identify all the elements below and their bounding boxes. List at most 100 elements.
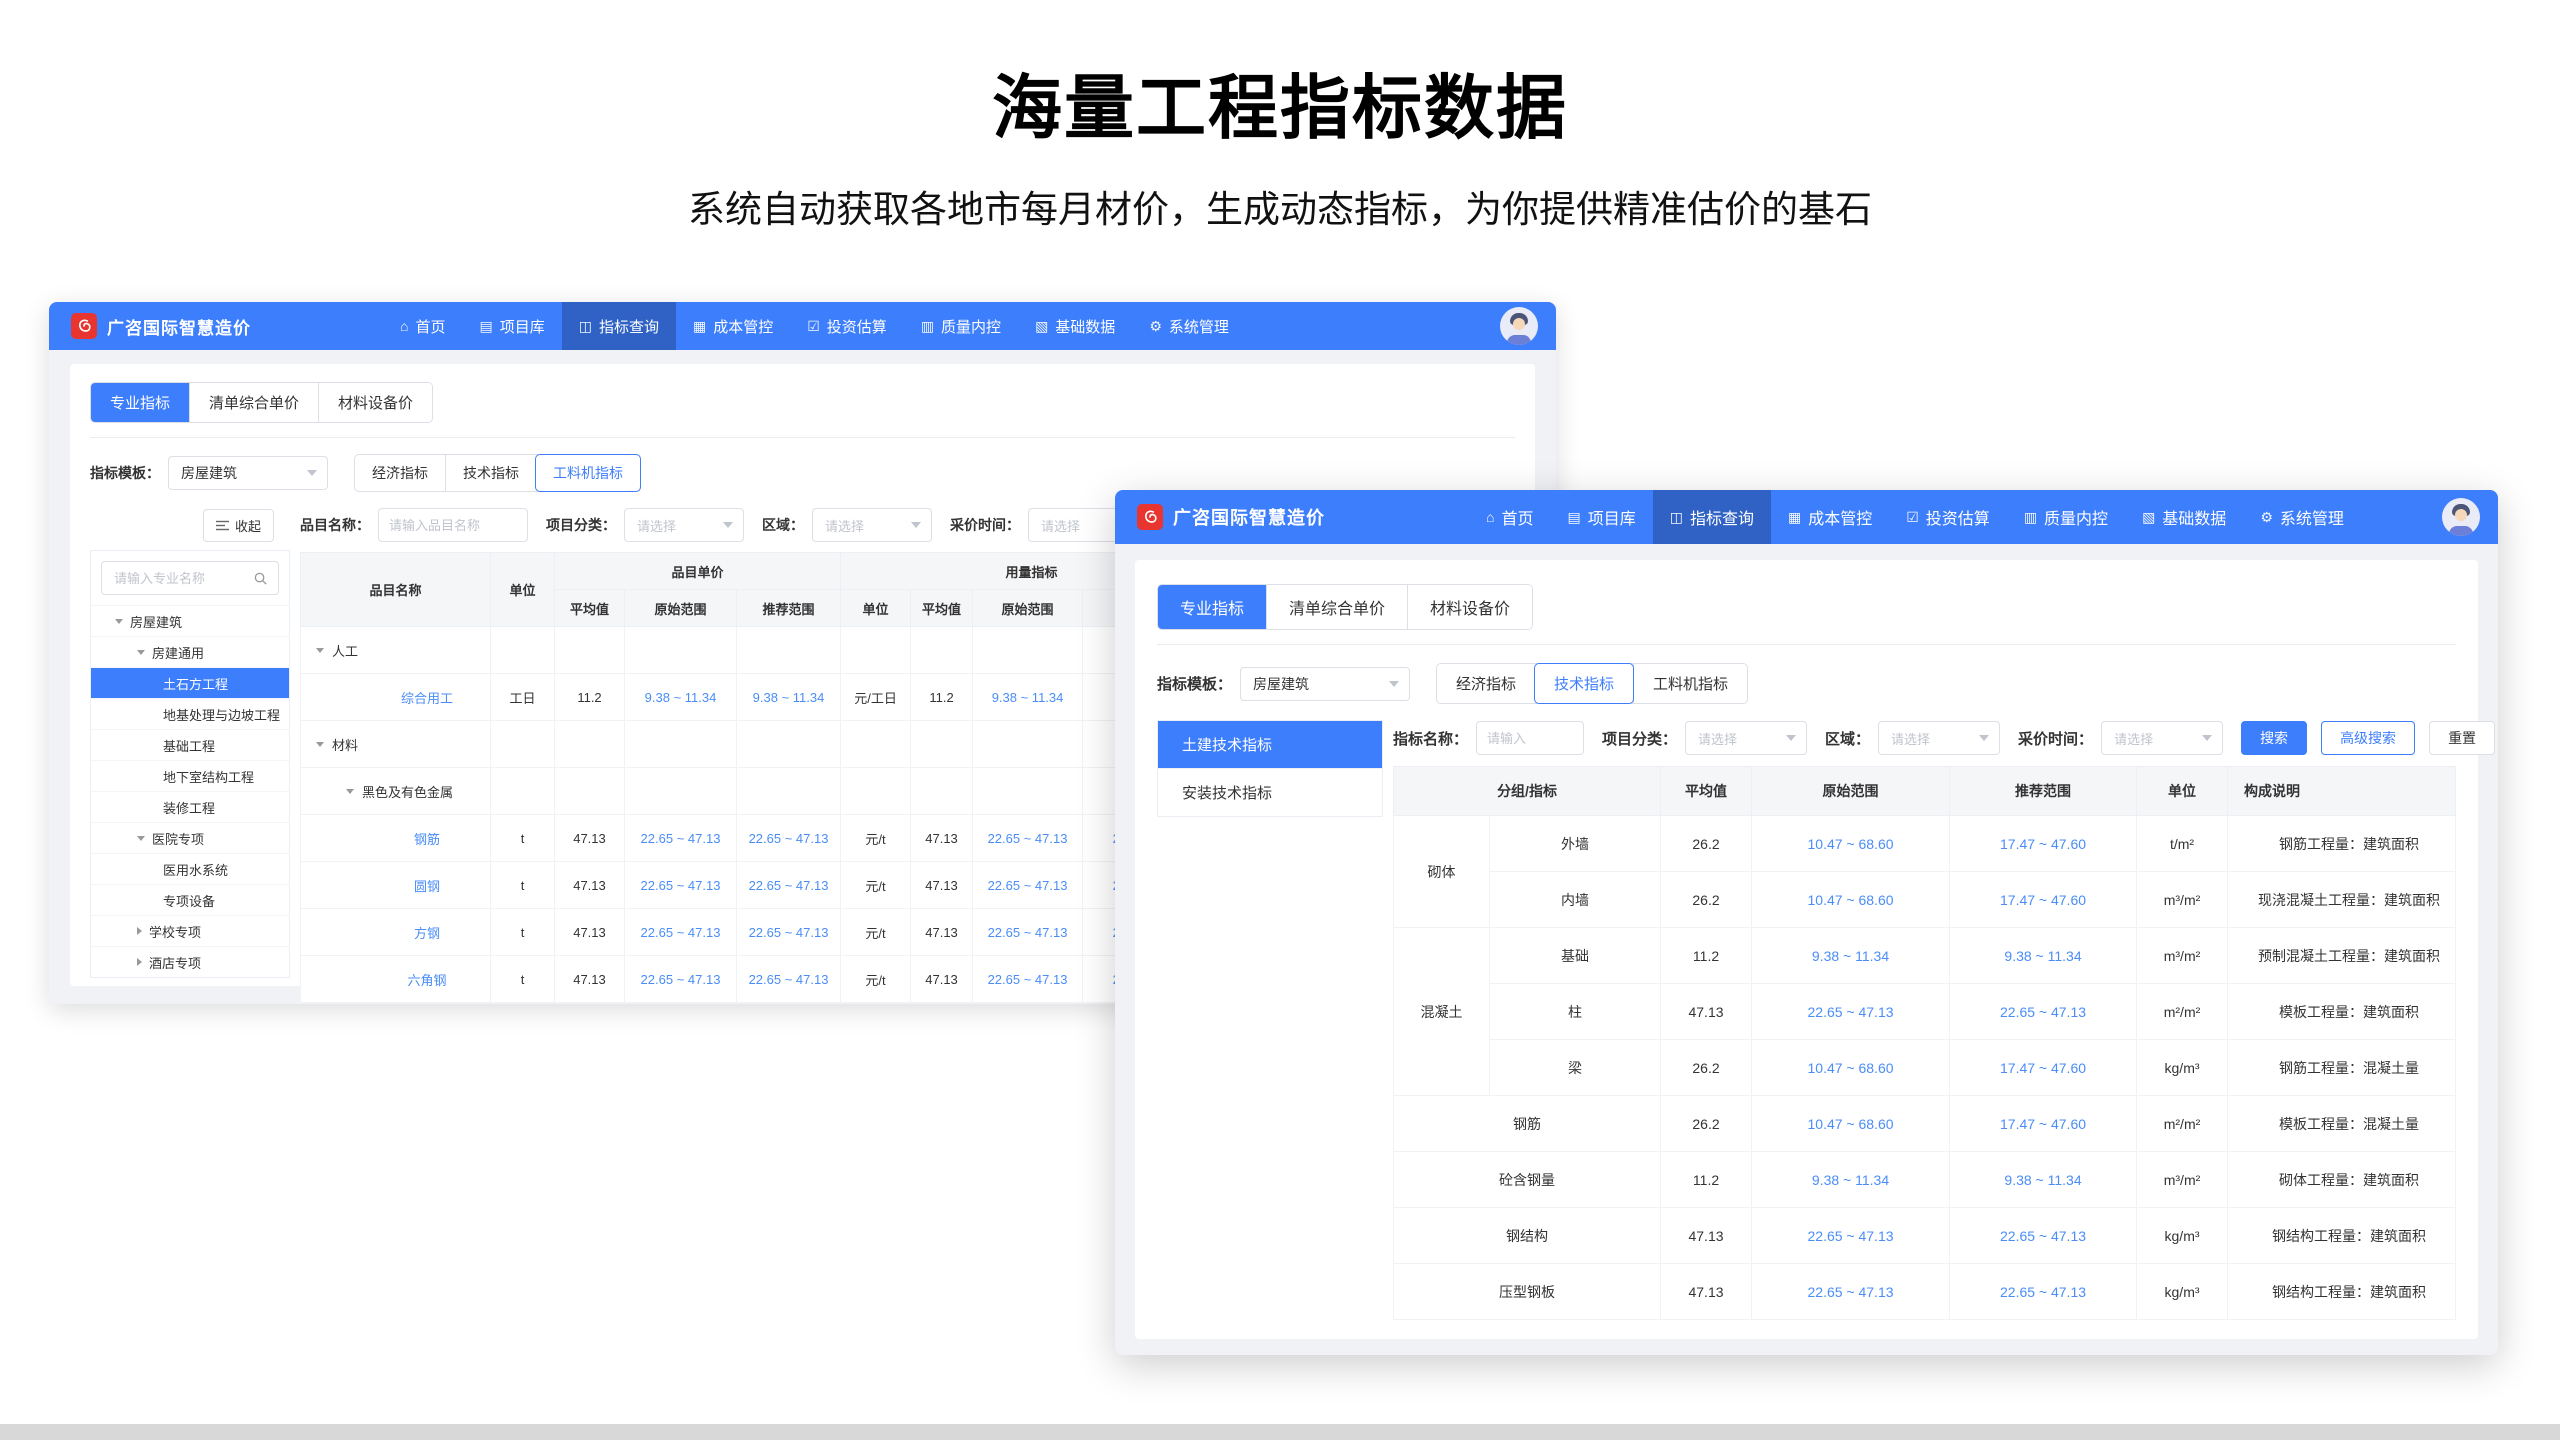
range-link[interactable]: 22.65 ~ 47.13	[1808, 1228, 1894, 1244]
range-link[interactable]: 10.47 ~ 68.60	[1808, 836, 1894, 852]
reset-button[interactable]: 重置	[2429, 721, 2495, 755]
price-time-select[interactable]: 请选择	[2101, 721, 2223, 755]
tab-professional-indicators[interactable]: 专业指标	[1158, 585, 1266, 629]
tree-item-general-building[interactable]: 房建通用	[91, 636, 289, 667]
tab-list-composite-price[interactable]: 清单综合单价	[189, 383, 318, 422]
range-link[interactable]: 22.65 ~ 47.13	[2000, 1004, 2086, 1020]
range-link[interactable]: 10.47 ~ 68.60	[1808, 892, 1894, 908]
range-link[interactable]: 22.65 ~ 47.13	[641, 972, 721, 987]
range-link[interactable]: 22.65 ~ 47.13	[988, 925, 1068, 940]
tab-professional-indicators[interactable]: 专业指标	[91, 383, 189, 422]
range-link[interactable]: 17.47 ~ 47.60	[2000, 892, 2086, 908]
tree-search-input[interactable]	[112, 570, 253, 587]
range-link[interactable]: 17.47 ~ 47.60	[2000, 1116, 2086, 1132]
tab-list-composite-price[interactable]: 清单综合单价	[1266, 585, 1407, 629]
range-link[interactable]: 10.47 ~ 68.60	[1808, 1060, 1894, 1076]
item-name-input[interactable]	[378, 508, 528, 542]
nav-item-basic-data[interactable]: ▧基础数据	[2125, 490, 2243, 544]
type-tab-technical[interactable]: 技术指标	[445, 455, 536, 491]
range-link[interactable]: 22.65 ~ 47.13	[2000, 1284, 2086, 1300]
tree-item-decoration[interactable]: 装修工程	[91, 791, 289, 822]
range-link[interactable]: 22.65 ~ 47.13	[641, 925, 721, 940]
range-link[interactable]: 9.38 ~ 11.34	[645, 690, 717, 705]
range-link[interactable]: 9.38 ~ 11.34	[753, 690, 825, 705]
range-link[interactable]: 10.47 ~ 68.60	[1808, 1116, 1894, 1132]
category-select[interactable]: 请选择	[1685, 721, 1807, 755]
type-tab-economic[interactable]: 经济指标	[1437, 664, 1535, 703]
nav-item-investment-estimate[interactable]: ☑投资估算	[1889, 490, 2007, 544]
tree-item-special-equipment[interactable]: 专项设备	[91, 884, 289, 915]
range-link[interactable]: 22.65 ~ 47.13	[1808, 1004, 1894, 1020]
range-link[interactable]: 22.65 ~ 47.13	[749, 972, 829, 987]
item-link[interactable]: 方钢	[414, 926, 440, 941]
nav-item-home[interactable]: ⌂首页	[383, 302, 462, 350]
range-link[interactable]: 17.47 ~ 47.60	[2000, 836, 2086, 852]
user-avatar[interactable]	[2442, 498, 2480, 536]
nav-item-indicator-query[interactable]: ◫指标查询	[562, 302, 676, 350]
tree-item-earthwork[interactable]: 土石方工程	[91, 667, 289, 698]
range-link[interactable]: 9.38 ~ 11.34	[1812, 1172, 1889, 1188]
collapse-button[interactable]: 收起	[203, 509, 274, 542]
nav-item-quality-control[interactable]: ▥质量内控	[2007, 490, 2125, 544]
range-link[interactable]: 22.65 ~ 47.13	[749, 878, 829, 893]
tree-item-basement-structure[interactable]: 地下室结构工程	[91, 760, 289, 791]
nav-item-basic-data[interactable]: ▧基础数据	[1018, 302, 1132, 350]
template-select[interactable]: 房屋建筑	[1240, 667, 1410, 701]
table-row-group[interactable]: 黑色及有色金属	[301, 768, 1223, 815]
item-link[interactable]: 钢筋	[414, 832, 440, 847]
category-select[interactable]: 请选择	[624, 508, 744, 542]
range-link[interactable]: 22.65 ~ 47.13	[749, 831, 829, 846]
nav-item-project-library[interactable]: ▤项目库	[462, 302, 561, 350]
nav-item-system-management[interactable]: ⚙系统管理	[1132, 302, 1246, 350]
table-row-group[interactable]: 材料	[301, 721, 1223, 768]
nav-item-project-library[interactable]: ▤项目库	[1550, 490, 1652, 544]
nav-item-indicator-query[interactable]: ◫指标查询	[1653, 490, 1771, 544]
tree-item-school-special[interactable]: 学校专项	[91, 915, 289, 946]
range-link[interactable]: 22.65 ~ 47.13	[749, 925, 829, 940]
region-select[interactable]: 请选择	[1878, 721, 2000, 755]
item-link[interactable]: 圆钢	[414, 879, 440, 894]
nav-item-quality-control[interactable]: ▥质量内控	[904, 302, 1018, 350]
item-link[interactable]: 综合用工	[401, 691, 453, 706]
range-link[interactable]: 22.65 ~ 47.13	[1808, 1284, 1894, 1300]
tree-item-foundation-slope[interactable]: 地基处理与边坡工程	[91, 698, 289, 729]
type-tab-economic[interactable]: 经济指标	[355, 455, 445, 491]
nav-item-system-management[interactable]: ⚙系统管理	[2243, 490, 2361, 544]
tree-item-housing[interactable]: 房屋建筑	[91, 605, 289, 636]
sidebar-item-civil-tech[interactable]: 土建技术指标	[1158, 721, 1382, 768]
template-select[interactable]: 房屋建筑	[168, 456, 328, 490]
indicator-name-input[interactable]	[1476, 721, 1584, 755]
type-tab-technical[interactable]: 技术指标	[1534, 663, 1634, 704]
tree-item-hotel-special[interactable]: 酒店专项	[91, 946, 289, 977]
type-tab-labor-material[interactable]: 工料机指标	[1633, 664, 1747, 703]
item-link[interactable]: 六角钢	[407, 973, 446, 988]
range-link[interactable]: 9.38 ~ 11.34	[2004, 948, 2081, 964]
tab-material-equipment-price[interactable]: 材料设备价	[318, 383, 432, 422]
range-link[interactable]: 22.65 ~ 47.13	[988, 972, 1068, 987]
region-select[interactable]: 请选择	[812, 508, 932, 542]
nav-item-cost-control[interactable]: ▦成本管控	[676, 302, 790, 350]
range-link[interactable]: 22.65 ~ 47.13	[641, 831, 721, 846]
nav-item-cost-control[interactable]: ▦成本管控	[1771, 490, 1889, 544]
range-link[interactable]: 9.38 ~ 11.34	[992, 690, 1064, 705]
range-link[interactable]: 9.38 ~ 11.34	[1812, 948, 1889, 964]
nav-item-home[interactable]: ⌂首页	[1469, 490, 1550, 544]
tree-item-medical-water[interactable]: 医用水系统	[91, 853, 289, 884]
range-link[interactable]: 22.65 ~ 47.13	[641, 878, 721, 893]
range-link[interactable]: 22.65 ~ 47.13	[2000, 1228, 2086, 1244]
range-link[interactable]: 17.47 ~ 47.60	[2000, 1060, 2086, 1076]
nav-item-investment-estimate[interactable]: ☑投资估算	[790, 302, 904, 350]
range-link[interactable]: 22.65 ~ 47.13	[988, 831, 1068, 846]
tree-item-foundation[interactable]: 基础工程	[91, 729, 289, 760]
type-tab-labor-material[interactable]: 工料机指标	[535, 454, 641, 492]
tab-material-equipment-price[interactable]: 材料设备价	[1407, 585, 1532, 629]
advanced-search-button[interactable]: 高级搜索	[2321, 721, 2415, 755]
search-button[interactable]: 搜索	[2241, 721, 2307, 755]
table-row-group[interactable]: 人工	[301, 627, 1223, 674]
range-link[interactable]: 9.38 ~ 11.34	[2004, 1172, 2081, 1188]
user-avatar[interactable]	[1500, 307, 1538, 345]
tree-item-hospital-special[interactable]: 医院专项	[91, 822, 289, 853]
range-link[interactable]: 22.65 ~ 47.13	[988, 878, 1068, 893]
cell-avg: 47.13	[911, 956, 973, 1003]
sidebar-item-installation-tech[interactable]: 安装技术指标	[1158, 768, 1382, 816]
